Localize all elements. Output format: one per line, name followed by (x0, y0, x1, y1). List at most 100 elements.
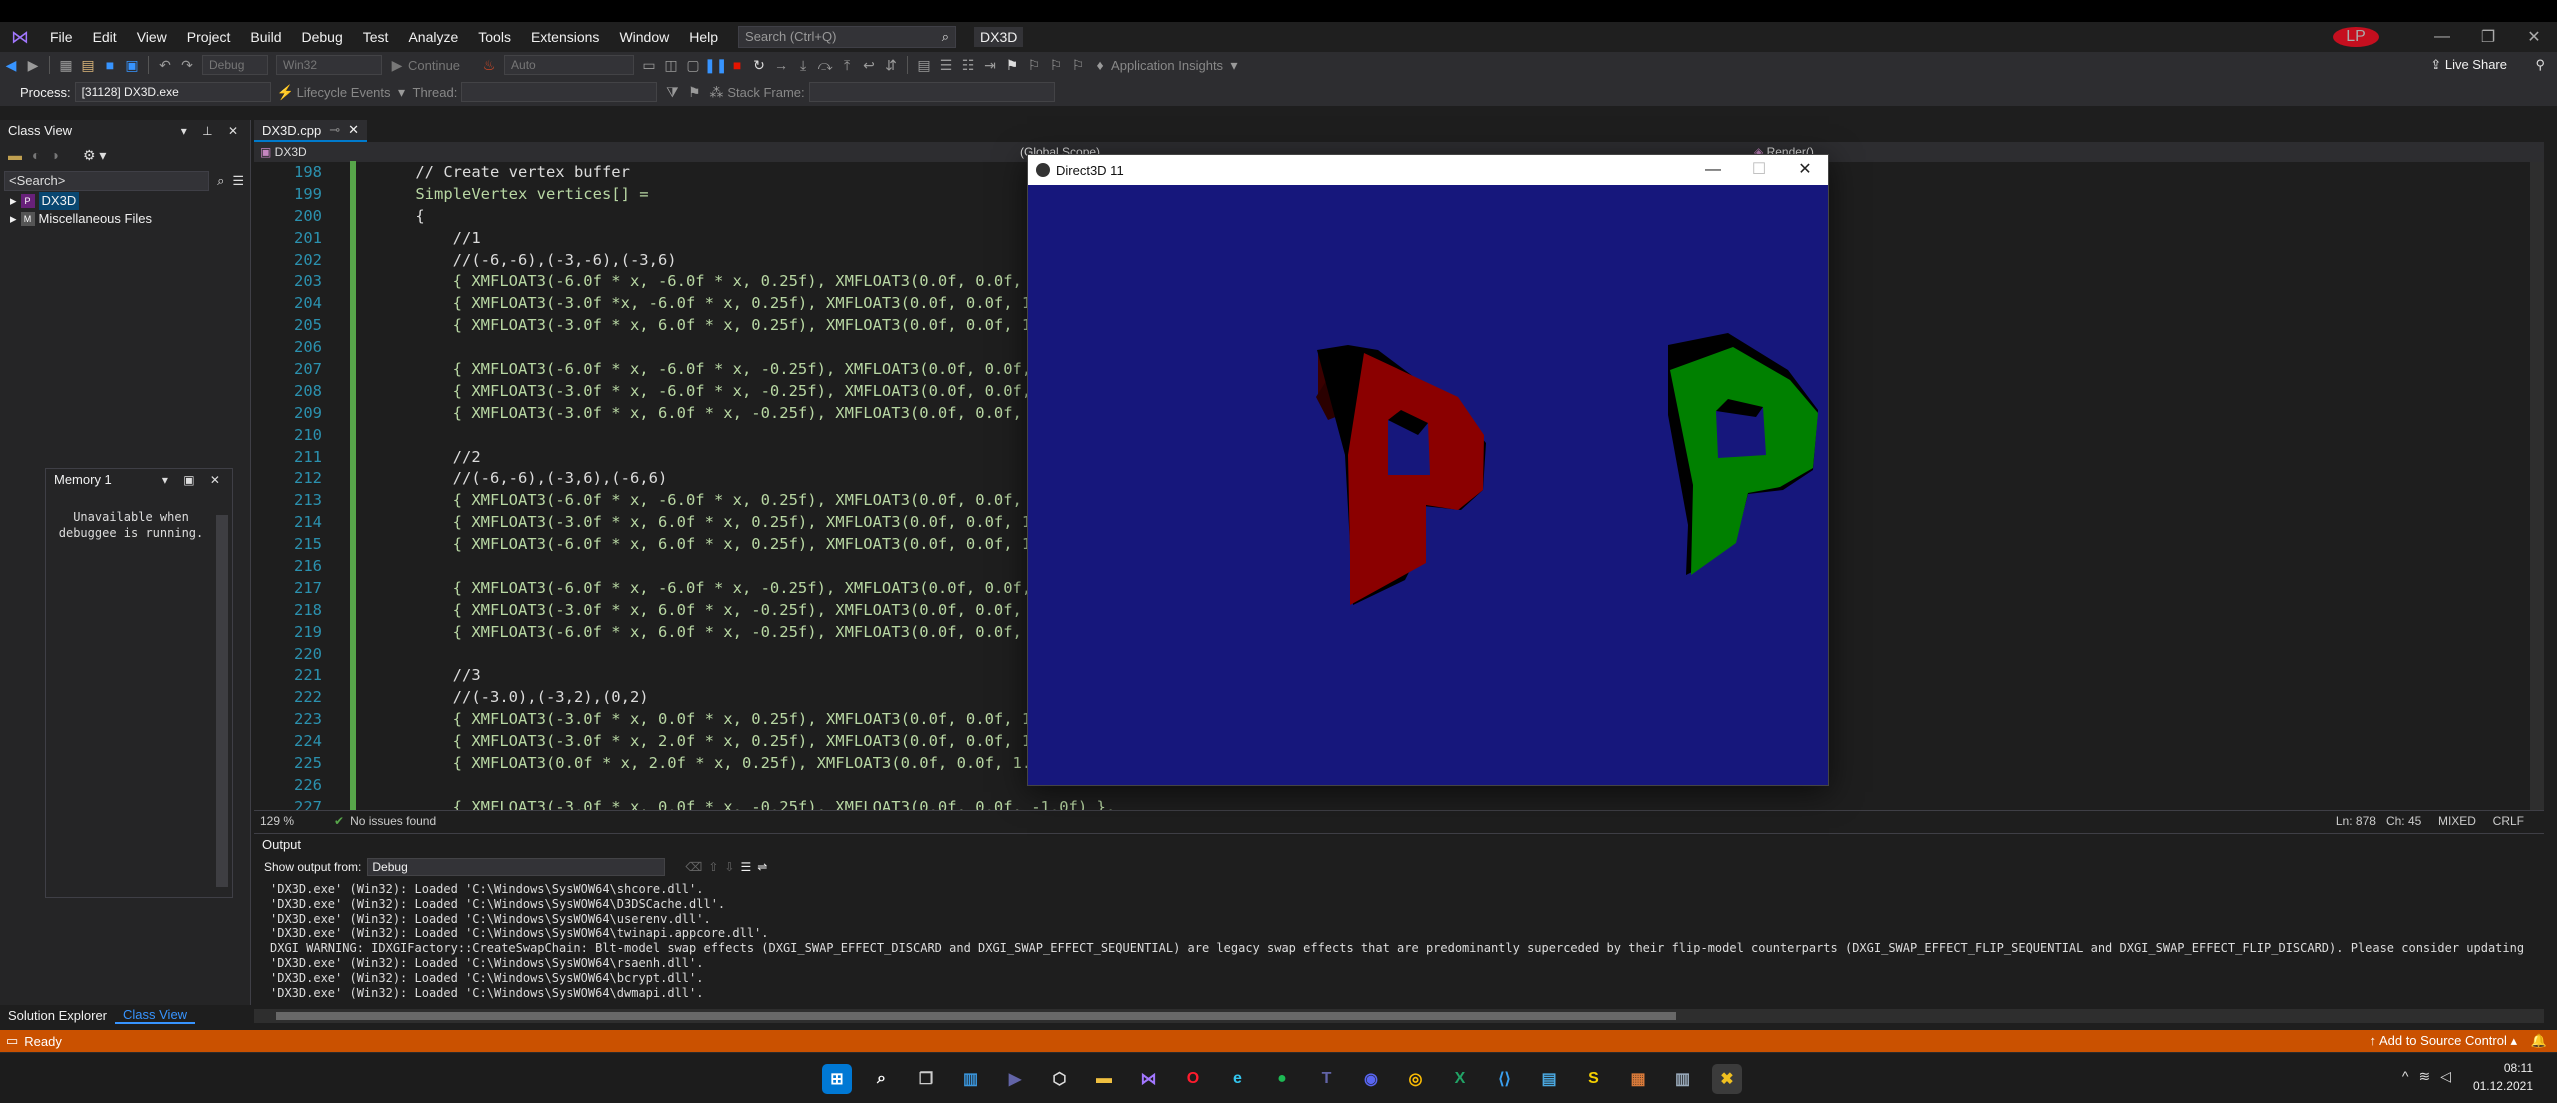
avatar[interactable]: LP (2333, 27, 2379, 47)
visual-studio-icon[interactable]: ⋈ (1134, 1064, 1164, 1094)
search-icon[interactable]: ⌕ (867, 1064, 897, 1094)
chevron-down-icon[interactable]: ▾ (1223, 57, 1245, 74)
tree-item-dx3d[interactable]: ▸ P DX3D (0, 192, 250, 210)
bookmark-icon[interactable]: ⚑ (1001, 57, 1023, 74)
class-view-search-input[interactable]: <Search> (4, 171, 210, 191)
close-icon[interactable]: ✕ (348, 122, 359, 138)
project-dropdown[interactable]: ▣ DX3D (254, 145, 1014, 159)
wifi-icon[interactable]: ≋ (2418, 1068, 2440, 1084)
indent-icon[interactable]: ⇥ (979, 57, 1001, 74)
chevron-right-icon[interactable]: ▸ (10, 192, 17, 210)
widgets-icon[interactable]: ▥ (956, 1064, 986, 1094)
pause-icon[interactable]: ❚❚ (704, 57, 727, 74)
menu-analyze[interactable]: Analyze (398, 22, 468, 52)
stack-frame-dropdown[interactable] (808, 82, 1055, 102)
edge-icon[interactable]: e (1223, 1064, 1253, 1094)
discord-icon[interactable]: ◉ (1356, 1064, 1386, 1094)
output-text[interactable]: 'DX3D.exe' (Win32): Loaded 'C:\Windows\S… (254, 882, 2524, 1000)
back-icon[interactable]: ◀ (0, 57, 22, 74)
filter-icon[interactable]: ⧩ (661, 84, 683, 101)
search-icon[interactable]: ⌕ (217, 173, 224, 189)
clear-bookmarks-icon[interactable]: ⚐ (1067, 57, 1089, 74)
chat-icon[interactable]: ▶ (1000, 1064, 1030, 1094)
step-over-icon[interactable]: ⤼ (814, 57, 836, 74)
notepad-icon[interactable]: ▤ (1534, 1064, 1564, 1094)
prev-message-icon[interactable]: ⇧ (708, 860, 718, 874)
menu-extensions[interactable]: Extensions (521, 22, 609, 52)
file-explorer-icon[interactable]: ▬ (1089, 1064, 1119, 1094)
line-endings[interactable]: CRLF (2493, 814, 2524, 828)
whitespace-mode[interactable]: MIXED (2438, 814, 2476, 828)
diagnostics-icon[interactable]: ▭ (638, 57, 660, 74)
camera-icon[interactable]: ◫ (660, 57, 682, 74)
menu-help[interactable]: Help (679, 22, 728, 52)
tab-dx3d-cpp[interactable]: DX3D.cpp ⊸ ✕ (254, 120, 368, 142)
spotify-icon[interactable]: ● (1267, 1064, 1297, 1094)
thread-icon[interactable]: ⇵ (880, 57, 902, 74)
direct3d-title-bar[interactable]: Direct3D 11 — ☐ ✕ (1028, 155, 1828, 185)
application-insights-button[interactable]: Application Insights (1111, 58, 1223, 73)
configuration-dropdown[interactable]: Debug (202, 55, 268, 75)
new-project-icon[interactable]: ▦ (55, 57, 77, 74)
next-bookmark-icon[interactable]: ⚐ (1045, 57, 1067, 74)
tab-solution-explorer[interactable]: Solution Explorer (0, 1008, 115, 1023)
thread-dropdown[interactable] (461, 82, 658, 102)
3d-viewer-icon[interactable]: ⬡ (1045, 1064, 1075, 1094)
panel-controls[interactable]: ▾ ▣ ✕ (162, 469, 226, 491)
lifecycle-events-button[interactable]: Lifecycle Events (297, 85, 391, 100)
teams-icon[interactable]: T (1312, 1064, 1342, 1094)
archive-icon[interactable]: ▦ (1623, 1064, 1653, 1094)
dx3d-app-icon[interactable]: ✖ (1712, 1064, 1742, 1094)
stack-icon[interactable]: ⁂ (705, 84, 727, 101)
next-message-icon[interactable]: ⇩ (724, 860, 734, 874)
process-dropdown[interactable]: [31128] DX3D.exe (74, 82, 271, 102)
panel-controls[interactable]: ▾ ⊥ ✕ (181, 120, 244, 142)
output-horizontal-scrollbar[interactable] (254, 1009, 2544, 1023)
menu-build[interactable]: Build (240, 22, 291, 52)
sublime-icon[interactable]: S (1579, 1064, 1609, 1094)
editor-vertical-scrollbar[interactable] (2530, 162, 2544, 810)
folder-icon[interactable]: ▬ (8, 147, 22, 163)
chrome-icon[interactable]: ◎ (1401, 1064, 1431, 1094)
clock[interactable]: 08:11 01.12.2021 (2473, 1059, 2533, 1095)
chevron-up-icon[interactable]: ^ (2402, 1068, 2419, 1084)
start-icon[interactable]: ⊞ (822, 1064, 852, 1094)
list-icon[interactable]: ☰ (232, 173, 244, 189)
vscode-icon[interactable]: ⟨⟩ (1490, 1064, 1520, 1094)
menu-edit[interactable]: Edit (83, 22, 127, 52)
settings-icon[interactable]: ⚙ ▾ (83, 147, 106, 164)
code-line[interactable]: 227 { XMFLOAT3(-3.0f * x, 0.0f * x, -0.2… (254, 797, 2544, 810)
opera-icon[interactable]: O (1178, 1064, 1208, 1094)
live-share-button[interactable]: ⇪ Live Share (2430, 57, 2507, 73)
zoom-level[interactable]: 129 % (254, 814, 294, 828)
platform-dropdown[interactable]: Win32 (276, 55, 382, 75)
clear-all-icon[interactable]: ☰ (740, 860, 751, 874)
find-icon[interactable]: ⌫ (685, 860, 702, 874)
layout-icon[interactable]: ▤ (913, 57, 935, 74)
tree-item-misc-files[interactable]: ▸ M Miscellaneous Files (0, 210, 250, 228)
system-tray[interactable]: ^≋◁ (2402, 1068, 2461, 1085)
menu-project[interactable]: Project (177, 22, 241, 52)
comment-icon[interactable]: ☰ (935, 57, 957, 74)
word-wrap-icon[interactable]: ⇌ (757, 860, 767, 874)
minimize-icon[interactable]: — (1690, 155, 1736, 185)
scroll-thumb[interactable] (276, 1012, 1676, 1020)
flag-icon[interactable]: ⚑ (683, 84, 705, 101)
close-icon[interactable]: ✕ (1782, 155, 1828, 185)
memory-scrollbar[interactable] (216, 515, 228, 887)
excel-icon[interactable]: X (1445, 1064, 1475, 1094)
search-input[interactable]: Search (Ctrl+Q) ⌕ (738, 26, 957, 48)
hot-reload-icon[interactable]: ♨ (478, 57, 500, 74)
menu-window[interactable]: Window (609, 22, 679, 52)
restart-icon[interactable]: ↻ (748, 57, 770, 74)
save-icon[interactable]: ■ (99, 57, 121, 73)
volume-icon[interactable]: ◁ (2440, 1068, 2461, 1084)
forward-icon[interactable]: ◑ (50, 147, 58, 163)
target-dropdown[interactable]: Auto (504, 55, 635, 75)
chevron-right-icon[interactable]: ▸ (10, 210, 17, 228)
menu-tools[interactable]: Tools (468, 22, 521, 52)
hex-icon[interactable]: ↩ (858, 57, 880, 74)
menu-view[interactable]: View (127, 22, 177, 52)
minimize-icon[interactable]: — (2419, 28, 2465, 46)
add-to-source-control-button[interactable]: ↑ Add to Source Control ▴ (2370, 1033, 2517, 1049)
